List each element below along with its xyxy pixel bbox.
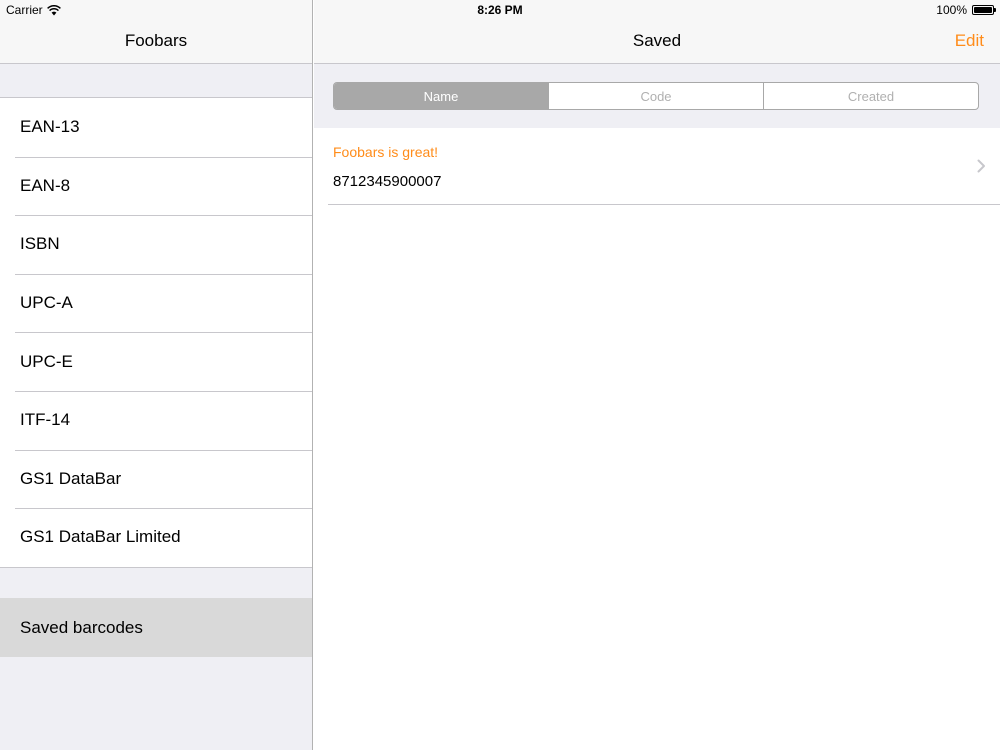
sort-by-created-segment[interactable]: Created (763, 83, 978, 109)
row-label: GS1 DataBar Limited (20, 527, 181, 547)
master-title: Foobars (124, 31, 188, 50)
barcode-type-ean-8[interactable]: EAN-8 (0, 156, 312, 216)
status-right: 100% (936, 3, 996, 17)
sort-segmented-control: Name Code Created (333, 82, 979, 110)
barcode-name: Foobars is great! (333, 144, 439, 160)
barcode-type-gs1-databar-limited[interactable]: GS1 DataBar Limited (0, 508, 312, 567)
barcode-type-upc-a[interactable]: UPC-A (0, 273, 312, 333)
saved-barcodes-item[interactable]: Saved barcodes (0, 598, 312, 657)
status-bar: Carrier 8:26 PM 100% (0, 0, 1000, 20)
battery-icon (972, 5, 996, 15)
barcode-type-ean-13[interactable]: EAN-13 (0, 98, 312, 157)
barcode-type-upc-e[interactable]: UPC-E (0, 332, 312, 391)
row-label: ISBN (20, 234, 60, 254)
sort-by-name-segment[interactable]: Name (334, 83, 548, 109)
row-label: GS1 DataBar (20, 468, 122, 488)
chevron-right-icon (977, 159, 985, 173)
barcode-type-isbn[interactable]: ISBN (0, 215, 312, 274)
detail-title: Saved (632, 31, 682, 50)
saved-section: Saved barcodes (0, 598, 312, 657)
barcode-type-gs1-databar[interactable]: GS1 DataBar (0, 449, 312, 509)
row-label: Saved barcodes (20, 617, 143, 637)
row-label: UPC-E (20, 351, 73, 371)
carrier-label: Carrier (6, 3, 43, 17)
master-pane: Foobars EAN-13 EAN-8 ISBN UPC-A UPC-E IT… (0, 0, 313, 750)
row-label: EAN-13 (20, 117, 80, 137)
wifi-icon (46, 4, 61, 15)
row-label: EAN-8 (20, 175, 71, 195)
edit-button[interactable]: Edit (955, 31, 984, 51)
sort-bar: Name Code Created (314, 64, 1000, 128)
saved-barcode-row[interactable]: Foobars is great! 8712345900007 (328, 128, 1000, 205)
barcode-code: 8712345900007 (333, 173, 442, 190)
status-left: Carrier (6, 3, 61, 17)
barcode-type-list: EAN-13 EAN-8 ISBN UPC-A UPC-E ITF-14 GS1… (0, 97, 312, 568)
status-time: 8:26 PM (477, 3, 523, 17)
battery-percent: 100% (936, 3, 967, 17)
row-label: UPC-A (20, 293, 73, 313)
row-label: ITF-14 (20, 410, 71, 430)
detail-pane: Saved Edit Name Code Created Foobars is … (314, 0, 1000, 750)
sort-by-code-segment[interactable]: Code (548, 83, 763, 109)
barcode-type-itf-14[interactable]: ITF-14 (0, 390, 312, 450)
